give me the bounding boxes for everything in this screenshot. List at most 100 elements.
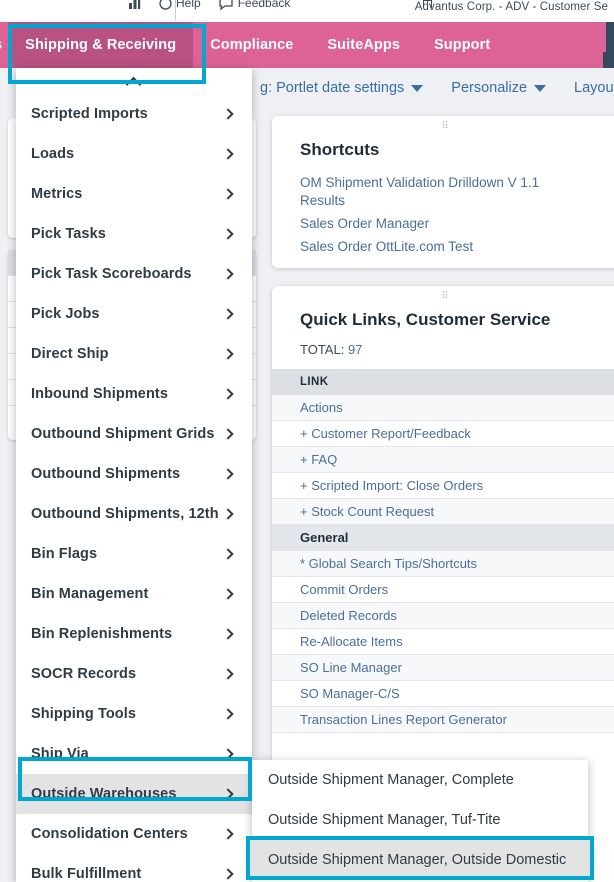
quicklinks-link[interactable]: * Global Search Tips/Shortcuts (272, 550, 614, 577)
quicklinks-link[interactable]: + Stock Count Request (272, 498, 614, 525)
personalize-link[interactable]: Personalize (451, 80, 547, 96)
quicklinks-table-body: Actions + Customer Report/Feedback + FAQ + … (272, 395, 614, 733)
layout-label: Layout (574, 80, 614, 96)
menu-item-label: Bin Replenishments (31, 626, 173, 642)
quicklinks-link[interactable]: Deleted Records (272, 602, 614, 629)
chevron-right-icon (222, 228, 234, 240)
shortcut-link-sales-order-manager[interactable]: Sales Order Manager (300, 215, 614, 233)
submenu-item-outside-shipment-manager-outside-domestic[interactable]: Outside Shipment Manager, Outside Domest… (252, 840, 588, 880)
quicklinks-table-row[interactable]: + FAQ (272, 446, 614, 473)
menu-item-pick-task-scoreboards[interactable]: Pick Task Scoreboards (16, 254, 252, 294)
quicklinks-table-row[interactable]: + Stock Count Request (272, 498, 614, 525)
menu-item-label: Shipping Tools (31, 706, 137, 722)
menu-item-socr-records[interactable]: SOCR Records (16, 654, 252, 694)
drag-handle-icon[interactable]: ⠿ (272, 292, 614, 302)
chevron-right-icon (222, 268, 234, 280)
menu-item-outside-warehouses[interactable]: Outside Warehouses (16, 774, 252, 814)
menu-item-label: Metrics (31, 186, 83, 202)
shortcut-link-sales-order-ottlite[interactable]: Sales Order OttLite.com Test (300, 238, 614, 256)
quicklinks-column-header-link: LINK (272, 369, 614, 395)
topbar-divider (175, 0, 176, 20)
menu-item-metrics[interactable]: Metrics (16, 174, 252, 214)
layout-link[interactable]: Layout (574, 80, 614, 96)
primary-nav-shipping-receiving[interactable]: Shipping & Receiving (8, 22, 194, 68)
chevron-right-icon (222, 508, 234, 520)
menu-item-label: Bin Management (31, 586, 149, 602)
menu-item-pick-jobs[interactable]: Pick Jobs (16, 294, 252, 334)
menu-item-outbound-shipments[interactable]: Outbound Shipments (16, 454, 252, 494)
primary-nav-compliance[interactable]: Compliance (193, 22, 310, 68)
menu-item-pick-tasks[interactable]: Pick Tasks (16, 214, 252, 254)
chevron-right-icon (222, 108, 234, 120)
menu-item-bin-replenishments[interactable]: Bin Replenishments (16, 614, 252, 654)
menu-item-bin-management[interactable]: Bin Management (16, 574, 252, 614)
quicklinks-table-row[interactable]: + Scripted Import: Close Orders (272, 472, 614, 499)
menu-item-scripted-imports[interactable]: Scripted Imports (16, 94, 252, 134)
menu-item-outbound-shipments-12th[interactable]: Outbound Shipments, 12th (16, 494, 252, 534)
portlet-date-settings-link[interactable]: g: Portlet date settings (260, 80, 424, 96)
primary-nav-items: s Shipping & Receiving Compliance SuiteA… (0, 22, 507, 68)
help-icon[interactable]: Help (159, 0, 201, 10)
chevron-right-icon (222, 708, 234, 720)
submenu-item-outside-shipment-manager-complete[interactable]: Outside Shipment Manager, Complete (252, 760, 588, 800)
primary-nav-suiteapps[interactable]: SuiteApps (310, 22, 417, 68)
shipping-receiving-dropdown-menu: Scripted Imports Loads Metrics Pick Tasks Pi… (16, 68, 252, 882)
quicklinks-link[interactable]: Actions (272, 395, 614, 421)
primary-nav-bar: s Shipping & Receiving Compliance SuiteA… (0, 22, 614, 68)
chevron-up-icon[interactable] (16, 72, 252, 94)
quicklinks-table-row[interactable]: Commit Orders (272, 576, 614, 603)
chevron-right-icon (222, 148, 234, 160)
menu-item-loads[interactable]: Loads (16, 134, 252, 174)
quicklinks-table-row[interactable]: SO Line Manager (272, 654, 614, 681)
chevron-right-icon (222, 748, 234, 760)
menu-item-label: SOCR Records (31, 666, 137, 682)
personalize-label: Personalize (451, 80, 528, 96)
top-utility-bar: Help Feedback Advantus Corp. - ADV - Cus… (0, 0, 614, 22)
quicklinks-table-row[interactable]: + Customer Report/Feedback (272, 420, 614, 447)
quicklinks-table-row[interactable]: * Global Search Tips/Shortcuts (272, 550, 614, 577)
menu-item-ship-via[interactable]: Ship Via (16, 734, 252, 774)
right-panel-sliver (603, 22, 614, 70)
menu-item-inbound-shipments[interactable]: Inbound Shipments (16, 374, 252, 414)
quicklinks-table-row[interactable]: Transaction Lines Report Generator (272, 706, 614, 733)
menu-item-label: Inbound Shipments (31, 386, 169, 402)
quicklinks-link[interactable]: SO Line Manager (272, 654, 614, 681)
chevron-right-icon (222, 428, 234, 440)
menu-item-outbound-shipment-grids[interactable]: Outbound Shipment Grids (16, 414, 252, 454)
feedback-label: Feedback (237, 0, 291, 10)
menu-item-shipping-tools[interactable]: Shipping Tools (16, 694, 252, 734)
quicklinks-link[interactable]: Transaction Lines Report Generator (272, 706, 614, 733)
quicklinks-link[interactable]: + FAQ (272, 446, 614, 473)
chart-icon[interactable] (128, 0, 141, 10)
primary-nav-support[interactable]: Support (417, 22, 507, 68)
drag-handle-icon[interactable]: ⠿ (272, 122, 614, 132)
quicklinks-table-row[interactable]: SO Manager-C/S (272, 680, 614, 707)
menu-item-bin-flags[interactable]: Bin Flags (16, 534, 252, 574)
menu-item-label: Pick Tasks (31, 226, 106, 242)
shortcut-link-om-shipment-validation[interactable]: OM Shipment Validation Drilldown V 1.1 R… (300, 174, 568, 210)
quicklinks-table-row[interactable]: Actions (272, 395, 614, 421)
quicklinks-link[interactable]: Re-Allocate Items (272, 628, 614, 655)
quicklinks-table-row[interactable]: Re-Allocate Items (272, 628, 614, 655)
menu-item-bulk-fulfillment[interactable]: Bulk Fulfillment (16, 854, 252, 882)
quicklinks-link[interactable]: SO Manager-C/S (272, 680, 614, 707)
menu-item-label: Bulk Fulfillment (31, 866, 142, 882)
quicklinks-link[interactable]: + Customer Report/Feedback (272, 420, 614, 447)
menu-item-direct-ship[interactable]: Direct Ship (16, 334, 252, 374)
chevron-right-icon (222, 668, 234, 680)
menu-item-label: Outbound Shipment Grids (31, 426, 215, 442)
screen: Help Feedback Advantus Corp. - ADV - Cus… (0, 0, 614, 882)
quicklinks-link[interactable]: Commit Orders (272, 576, 614, 603)
menu-item-label: Loads (31, 146, 75, 162)
menu-item-consolidation-centers[interactable]: Consolidation Centers (16, 814, 252, 854)
feedback-icon[interactable]: Feedback (219, 0, 291, 10)
nav-item-partial[interactable]: s (0, 22, 8, 68)
quicklinks-link[interactable]: + Scripted Import: Close Orders (272, 472, 614, 499)
topbar-icon-group: Help Feedback (128, 0, 290, 10)
quicklinks-table: LINK Actions + Customer Report/Feedback + … (272, 369, 614, 733)
quicklinks-table-row[interactable]: Deleted Records (272, 602, 614, 629)
account-label[interactable]: Advantus Corp. - ADV - Customer Se (415, 1, 608, 13)
chevron-right-icon (222, 188, 234, 200)
chevron-right-icon (222, 788, 234, 800)
submenu-item-outside-shipment-manager-tuf-tite[interactable]: Outside Shipment Manager, Tuf-Tite (252, 800, 588, 840)
